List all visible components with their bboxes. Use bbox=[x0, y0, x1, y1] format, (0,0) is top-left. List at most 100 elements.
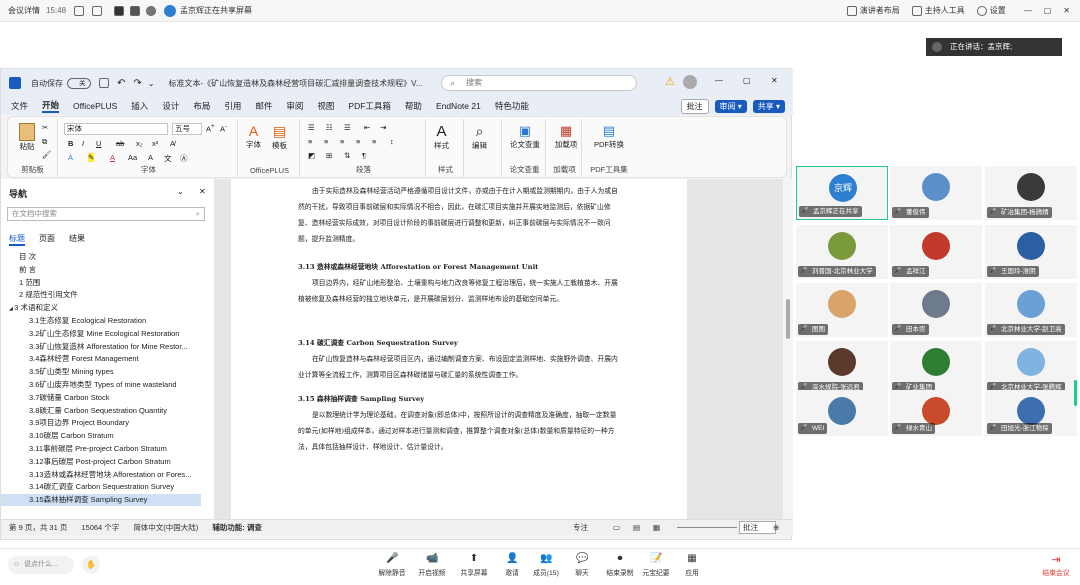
nav-heading-item[interactable]: 3.10碳层 Carbon Stratum bbox=[1, 430, 201, 442]
paragraph-3-14[interactable]: 在矿山恢复造林与森林经营项目区内，通过编制调查方案、布设固定监测样地、实施野外调… bbox=[298, 351, 623, 383]
status-page[interactable]: 第 9 页，共 31 页 bbox=[9, 522, 67, 533]
underline-icon[interactable]: U bbox=[96, 139, 101, 148]
zoom-icon[interactable]: ⊕ bbox=[773, 523, 779, 532]
members-button[interactable]: 👥 成员(15) bbox=[526, 553, 566, 577]
paragraph-3-13[interactable]: 项目边界内，经矿山地形整治、土壤重构与地力改良等修复工程治理后，统一实施人工栽植… bbox=[298, 275, 623, 307]
cut-icon[interactable]: ✂ bbox=[42, 123, 48, 132]
numbering-icon[interactable]: ☷ bbox=[326, 123, 333, 132]
menu-home[interactable]: 开始 bbox=[42, 99, 60, 113]
participant-tile[interactable]: 🎤 深水规院-张远君 bbox=[796, 341, 888, 395]
paragraph-3-15[interactable]: 是以数理统计学为理论基础，在调查对象(即总体)中，按照所设计的调查精度及准确度，… bbox=[298, 407, 623, 455]
redo-icon[interactable]: ↷ bbox=[133, 78, 141, 89]
chat-button[interactable]: 💬 聊天 bbox=[562, 553, 602, 577]
nav-heading-item[interactable]: 1 范围 bbox=[1, 277, 201, 289]
nav-options-icon[interactable]: ⌄ bbox=[177, 187, 184, 196]
officeplus-font-button[interactable]: A 字体 bbox=[246, 123, 261, 150]
clear-format-icon[interactable]: A̸ bbox=[170, 139, 175, 148]
autosave-toggle[interactable]: 关 bbox=[67, 77, 91, 89]
comment-button[interactable]: 批注 bbox=[680, 99, 709, 114]
justify-icon[interactable]: ≡ bbox=[356, 137, 360, 146]
status-focus[interactable]: 专注 bbox=[573, 522, 588, 533]
participant-tile[interactable]: 🎤 WEI bbox=[796, 390, 888, 436]
menu-design[interactable]: 设计 bbox=[162, 100, 179, 112]
multilevel-list-icon[interactable]: ☰ bbox=[344, 123, 351, 132]
nav-tab-results[interactable]: 结果 bbox=[69, 233, 85, 244]
raise-hand-icon[interactable]: ✋ bbox=[82, 556, 100, 574]
template-button[interactable]: ▤ 模板 bbox=[272, 123, 287, 151]
align-left-icon[interactable]: ≡ bbox=[308, 137, 312, 146]
quick-access-dropdown-icon[interactable]: ⌄ bbox=[148, 79, 155, 88]
menu-officeplus[interactable]: OfficePLUS bbox=[73, 101, 117, 111]
menu-file[interactable]: 文件 bbox=[11, 100, 28, 112]
undo-icon[interactable]: ↶ bbox=[117, 78, 125, 89]
save-icon[interactable] bbox=[99, 78, 109, 88]
font-size-select[interactable]: 五号 bbox=[172, 123, 202, 135]
stop-recording-button[interactable]: ⏺ 结束录制 bbox=[600, 553, 640, 577]
menu-layout[interactable]: 布局 bbox=[193, 100, 210, 112]
nav-heading-item[interactable]: 3.2矿山生态修复 Mine Ecological Restoration bbox=[1, 328, 201, 340]
menu-help[interactable]: 帮助 bbox=[405, 100, 422, 112]
menu-endnote[interactable]: EndNote 21 bbox=[436, 101, 481, 111]
menu-insert[interactable]: 插入 bbox=[131, 100, 148, 112]
nav-heading-item[interactable]: 3.5矿山类型 Mining types bbox=[1, 366, 201, 378]
vertical-scrollbar[interactable] bbox=[783, 179, 793, 519]
edit-button[interactable]: ⌕ 编辑 bbox=[472, 123, 487, 151]
menu-pdf-toolbox[interactable]: PDF工具箱 bbox=[348, 100, 391, 112]
warning-icon[interactable]: ⚠ bbox=[665, 75, 675, 88]
close-button[interactable]: ✕ bbox=[1063, 6, 1070, 15]
paragraph-stratum-adjust[interactable]: 由于实际造林及森林经营活动严格遵循项目设计文件，亦或由于在计入期或监测期期内，由… bbox=[298, 183, 623, 247]
heading-3-13[interactable]: 3.13 造林或森林经营地块 Afforestation or Forest M… bbox=[298, 261, 538, 271]
strikethrough-icon[interactable]: ab bbox=[116, 139, 124, 148]
participant-scroll-indicator[interactable] bbox=[1074, 380, 1077, 406]
participant-tile[interactable]: 🎤 北京林业大学-赵卫高 bbox=[985, 283, 1077, 337]
participant-tile[interactable]: 京辉 🎤 孟京辉正在共享 bbox=[796, 166, 888, 220]
status-accessibility[interactable]: 辅助功能: 调查 bbox=[212, 522, 262, 533]
nav-heading-item[interactable]: 2 规范性引用文件 bbox=[1, 289, 201, 301]
scroll-thumb[interactable] bbox=[786, 299, 790, 339]
nav-heading-item[interactable]: 3.4森林经营 Forest Management bbox=[1, 353, 201, 365]
bullets-icon[interactable]: ☰ bbox=[308, 123, 315, 132]
enclose-char-icon[interactable]: Ⓐ bbox=[180, 153, 188, 164]
highlight-icon[interactable]: ✎ bbox=[88, 153, 95, 162]
settings-button[interactable]: 设置 bbox=[976, 5, 1006, 16]
participant-tile[interactable]: 🎤 绿水青山 bbox=[890, 390, 982, 436]
change-case-icon[interactable]: Aa bbox=[128, 153, 137, 162]
align-center-icon[interactable]: ≡ bbox=[324, 137, 328, 146]
menu-mailings[interactable]: 邮件 bbox=[255, 100, 272, 112]
presenter-layout-button[interactable]: 演讲者布局 bbox=[846, 5, 900, 16]
participant-tile[interactable]: 🎤 北京林业大学-张腾辉 bbox=[985, 341, 1077, 395]
nav-search-input[interactable]: 在文档中搜索 ⌕ bbox=[7, 207, 205, 221]
menu-references[interactable]: 引用 bbox=[224, 100, 241, 112]
participant-tile[interactable]: 🎤 矿冶集团-杨旖婧 bbox=[985, 166, 1077, 220]
nav-heading-item[interactable]: 3.12事后碳层 Post-project Carbon Stratum bbox=[1, 456, 201, 468]
styles-button[interactable]: A 样式 bbox=[434, 123, 449, 151]
addins-button[interactable]: ▦ 加载项 bbox=[552, 123, 580, 150]
participant-tile[interactable]: 🎤 田本崇 bbox=[890, 283, 982, 337]
subscript-icon[interactable]: x₂ bbox=[136, 139, 143, 148]
participant-tile[interactable]: 🎤 图图 bbox=[796, 283, 888, 337]
superscript-icon[interactable]: x² bbox=[152, 139, 158, 148]
nav-tab-pages[interactable]: 页面 bbox=[39, 233, 55, 244]
pdf-convert-button[interactable]: ▤ PDF转换 bbox=[588, 123, 630, 150]
increase-indent-icon[interactable]: ⇥ bbox=[380, 123, 386, 132]
align-right-icon[interactable]: ≡ bbox=[340, 137, 344, 146]
status-words[interactable]: 15064 个字 bbox=[81, 522, 119, 533]
word-minimize-button[interactable]: — bbox=[715, 76, 723, 85]
nav-heading-item[interactable]: 3.8碳汇量 Carbon Sequestration Quantity bbox=[1, 405, 201, 417]
phonetic-icon[interactable]: 文 bbox=[164, 153, 172, 164]
grow-font-icon[interactable]: A+ bbox=[206, 123, 215, 134]
account-avatar[interactable] bbox=[683, 75, 697, 89]
chat-input[interactable]: ☺ 说点什么... bbox=[8, 556, 74, 574]
paper-check-button[interactable]: ▣ 论文查重 bbox=[506, 123, 544, 150]
external-window-icon[interactable] bbox=[92, 5, 103, 16]
font-color-icon[interactable]: A bbox=[110, 153, 115, 162]
nav-heading-item[interactable]: 3.9项目边界 Project Boundary bbox=[1, 417, 201, 429]
word-close-button[interactable]: ✕ bbox=[771, 76, 778, 85]
menu-special-features[interactable]: 特色功能 bbox=[495, 100, 529, 112]
maximize-button[interactable]: ▢ bbox=[1044, 6, 1052, 15]
nav-heading-item[interactable]: 3.14碳汇调查 Carbon Sequestration Survey bbox=[1, 481, 201, 493]
distributed-icon[interactable]: ≡ bbox=[372, 137, 376, 146]
unmute-button[interactable]: 🎤 解除静音 bbox=[372, 553, 412, 577]
nav-heading-item[interactable]: 3.3矿山恢复造林 Afforestation for Mine Restor.… bbox=[1, 341, 201, 353]
participant-tile[interactable]: 🎤 董俊伟 bbox=[890, 166, 982, 220]
